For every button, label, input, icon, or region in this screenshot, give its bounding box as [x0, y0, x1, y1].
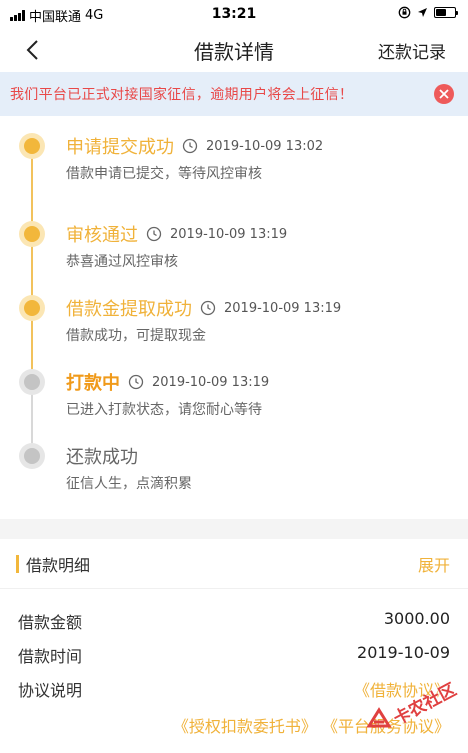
back-button[interactable]: [18, 36, 46, 64]
step-time: 2019-10-09 13:19: [224, 300, 342, 316]
section-accent-bar: [16, 555, 19, 573]
timeline-step-withdrawn: 借款金提取成功 2019-10-09 13:19 借款成功，可提取现金: [0, 292, 468, 367]
step-title: 还款成功: [66, 447, 138, 468]
row-label: 借款金额: [18, 613, 83, 632]
step-desc: 借款申请已提交，等待风控审核: [66, 166, 262, 182]
timeline-step-repaid: 还款成功 征信人生，点滴积累: [0, 440, 468, 515]
step-title: 借款金提取成功: [66, 299, 192, 320]
detail-row-time: 借款时间 2019-10-09: [0, 637, 468, 671]
expand-button[interactable]: 展开: [418, 552, 450, 576]
row-value: 3000.00: [383, 609, 450, 628]
close-icon: [439, 89, 449, 99]
location-icon: [418, 8, 427, 17]
battery-icon: [434, 7, 458, 18]
timeline-step-approved: 审核通过 2019-10-09 13:19 恭喜通过风控审核: [0, 218, 468, 293]
clock-icon: [182, 138, 198, 154]
step-time: 2019-10-09 13:19: [152, 374, 270, 390]
status-right: [398, 6, 458, 19]
repayment-records-button[interactable]: 还款记录: [378, 38, 446, 63]
loan-detail-header: 借款明细 展开: [0, 539, 468, 589]
debit-authorization-link[interactable]: 《授权扣款委托书》: [173, 717, 317, 736]
clock-icon: [146, 226, 162, 242]
step-title: 打款中: [66, 373, 120, 394]
notice-banner: 我们平台已正式对接国家征信，逾期用户将会上征信！: [0, 72, 468, 116]
row-label: 协议说明: [18, 681, 83, 700]
step-desc: 已进入打款状态，请您耐心等待: [66, 402, 262, 418]
step-dot: [19, 369, 45, 395]
timeline-step-paying: 打款中 2019-10-09 13:19 已进入打款状态，请您耐心等待: [0, 366, 468, 441]
notice-text: 我们平台已正式对接国家征信，逾期用户将会上征信！: [10, 87, 354, 103]
agreement-links: 《授权扣款委托书》 《平台服务协议》: [173, 713, 450, 737]
loan-detail-title: 借款明细: [26, 556, 91, 575]
platform-service-agreement-link[interactable]: 《平台服务协议》: [322, 717, 450, 736]
step-title: 申请提交成功: [66, 137, 174, 158]
step-dot: [19, 295, 45, 321]
step-dot: [19, 443, 45, 469]
step-dot: [19, 133, 45, 159]
chevron-left-icon: [26, 40, 38, 60]
step-time: 2019-10-09 13:19: [170, 226, 288, 242]
orientation-lock-icon: [398, 6, 411, 19]
step-desc: 恭喜通过风控审核: [66, 254, 178, 270]
nav-bar: 借款详情 还款记录: [0, 28, 468, 72]
notice-close-button[interactable]: [434, 84, 454, 104]
detail-row-agreement: 协议说明 《借款协议》: [0, 671, 468, 705]
row-value: 2019-10-09: [357, 643, 450, 662]
status-bar: 中国联通 4G 13:21: [0, 0, 468, 28]
step-dot: [19, 221, 45, 247]
section-divider: [0, 519, 468, 539]
clock-icon: [128, 374, 144, 390]
step-desc: 借款成功，可提取现金: [66, 328, 206, 344]
clock-icon: [200, 300, 216, 316]
step-title: 审核通过: [66, 225, 138, 246]
detail-row-amount: 借款金额 3000.00: [0, 603, 468, 637]
timeline-step-submitted: 申请提交成功 2019-10-09 13:02 借款申请已提交，等待风控审核: [0, 130, 468, 205]
step-time: 2019-10-09 13:02: [206, 138, 324, 154]
progress-timeline: 申请提交成功 2019-10-09 13:02 借款申请已提交，等待风控审核 审…: [0, 130, 468, 510]
loan-agreement-link[interactable]: 《借款协议》: [354, 677, 450, 701]
step-desc: 征信人生，点滴积累: [66, 476, 192, 492]
row-label: 借款时间: [18, 647, 83, 666]
